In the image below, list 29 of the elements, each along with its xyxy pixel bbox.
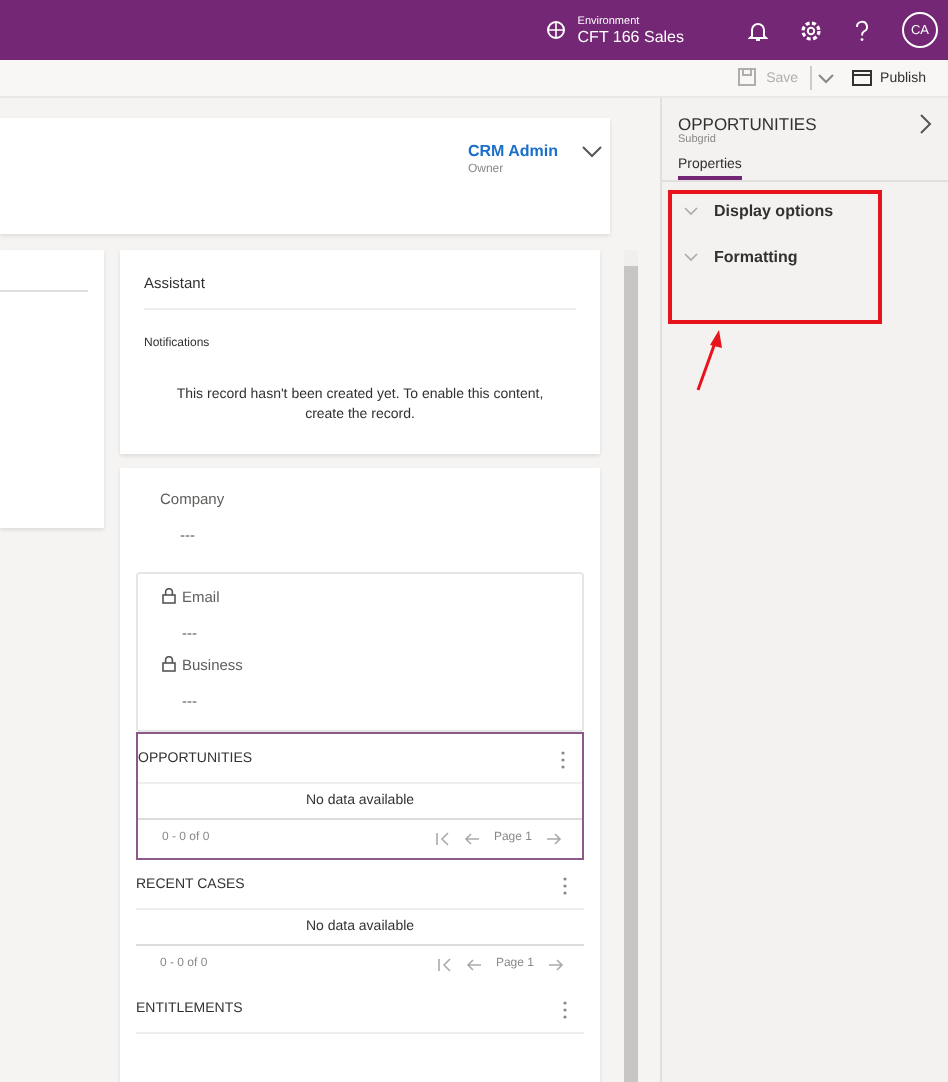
chevron-down-icon[interactable] — [582, 146, 602, 158]
more-icon[interactable] — [560, 749, 566, 770]
chevron-down-icon[interactable] — [818, 73, 835, 83]
bell-icon[interactable] — [748, 19, 768, 41]
first-page-icon[interactable] — [435, 831, 450, 846]
chevron-down-icon — [684, 250, 698, 264]
lock-icon — [162, 656, 176, 673]
more-icon[interactable] — [562, 875, 568, 896]
annotation-arrow — [694, 328, 726, 392]
first-page-icon[interactable] — [437, 957, 452, 972]
arrow-left-icon[interactable] — [463, 831, 480, 846]
environment-name[interactable]: CFT 166 Sales — [577, 27, 684, 45]
arrow-right-icon[interactable] — [548, 957, 564, 972]
window-icon — [852, 68, 873, 88]
owner-link[interactable]: CRM Admin — [467, 142, 558, 160]
section-header[interactable]: Formatting — [678, 248, 932, 266]
arrow-left-icon[interactable] — [465, 957, 482, 972]
section-header[interactable]: Display options — [678, 202, 932, 220]
settings-icon[interactable] — [800, 19, 822, 41]
chevron-down-icon — [684, 204, 698, 218]
save-icon — [738, 68, 759, 88]
chevron-right-icon[interactable] — [920, 114, 932, 134]
globe-icon — [545, 20, 566, 40]
help-icon[interactable] — [854, 19, 870, 41]
panel-title: OPPORTUNITIES — [678, 114, 817, 134]
lock-icon — [162, 588, 176, 605]
arrow-right-icon[interactable] — [546, 831, 562, 846]
scrollbar-thumb[interactable] — [624, 266, 638, 1082]
more-icon[interactable] — [562, 999, 568, 1020]
